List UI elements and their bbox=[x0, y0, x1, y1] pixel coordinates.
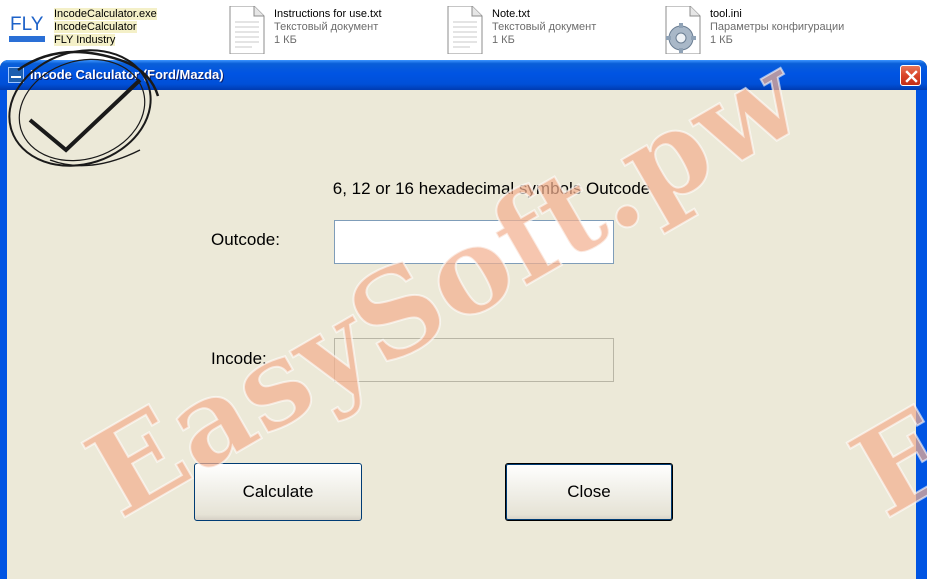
window-title: Incode Calculator (Ford/Mazda) bbox=[30, 67, 224, 82]
incode-label: Incode: bbox=[211, 349, 267, 368]
explorer-file-list: FLY IncodeCalculator.exe IncodeCalculato… bbox=[0, 0, 927, 60]
file-type: Текстовый документ bbox=[274, 21, 379, 33]
outcode-input[interactable] bbox=[335, 221, 613, 263]
file-size: 1 КБ bbox=[492, 34, 515, 46]
config-gear-icon bbox=[664, 5, 704, 55]
app-icon bbox=[8, 67, 24, 83]
file-name: IncodeCalculator.exe bbox=[54, 8, 157, 20]
close-icon bbox=[905, 70, 918, 83]
file-name: Instructions for use.txt bbox=[274, 8, 382, 20]
file-name: Note.txt bbox=[492, 8, 530, 20]
file-name: tool.ini bbox=[710, 8, 742, 20]
fly-logo-text: FLY bbox=[10, 14, 44, 35]
outcode-field[interactable] bbox=[334, 220, 614, 264]
file-publisher: FLY Industry bbox=[54, 34, 116, 46]
screen: FLY IncodeCalculator.exe IncodeCalculato… bbox=[0, 0, 927, 579]
file-size: 1 КБ bbox=[274, 34, 297, 46]
file-type: Параметры конфигурации bbox=[710, 21, 845, 33]
incode-calculator-window: Incode Calculator (Ford/Mazda) 6, 12 or … bbox=[0, 60, 927, 579]
instruction-text: 6, 12 or 16 hexadecimal symbols Outcode bbox=[332, 179, 651, 198]
text-document-icon bbox=[228, 5, 268, 55]
file-description: IncodeCalculator bbox=[54, 21, 137, 33]
window-close-button[interactable] bbox=[900, 65, 921, 86]
window-frame-right bbox=[919, 90, 927, 579]
title-bar[interactable]: Incode Calculator (Ford/Mazda) bbox=[0, 60, 927, 90]
file-size: 1 КБ bbox=[710, 34, 733, 46]
close-button[interactable]: Close bbox=[505, 463, 673, 521]
dialog-body: 6, 12 or 16 hexadecimal symbols Outcode … bbox=[4, 90, 919, 579]
incode-field[interactable] bbox=[334, 338, 614, 382]
fly-app-icon: FLY bbox=[8, 6, 48, 52]
outcode-label: Outcode: bbox=[211, 230, 280, 249]
incode-output[interactable] bbox=[335, 339, 613, 381]
calculate-button[interactable]: Calculate bbox=[194, 463, 362, 521]
file-type: Текстовый документ bbox=[492, 21, 597, 33]
text-document-icon bbox=[446, 5, 486, 55]
